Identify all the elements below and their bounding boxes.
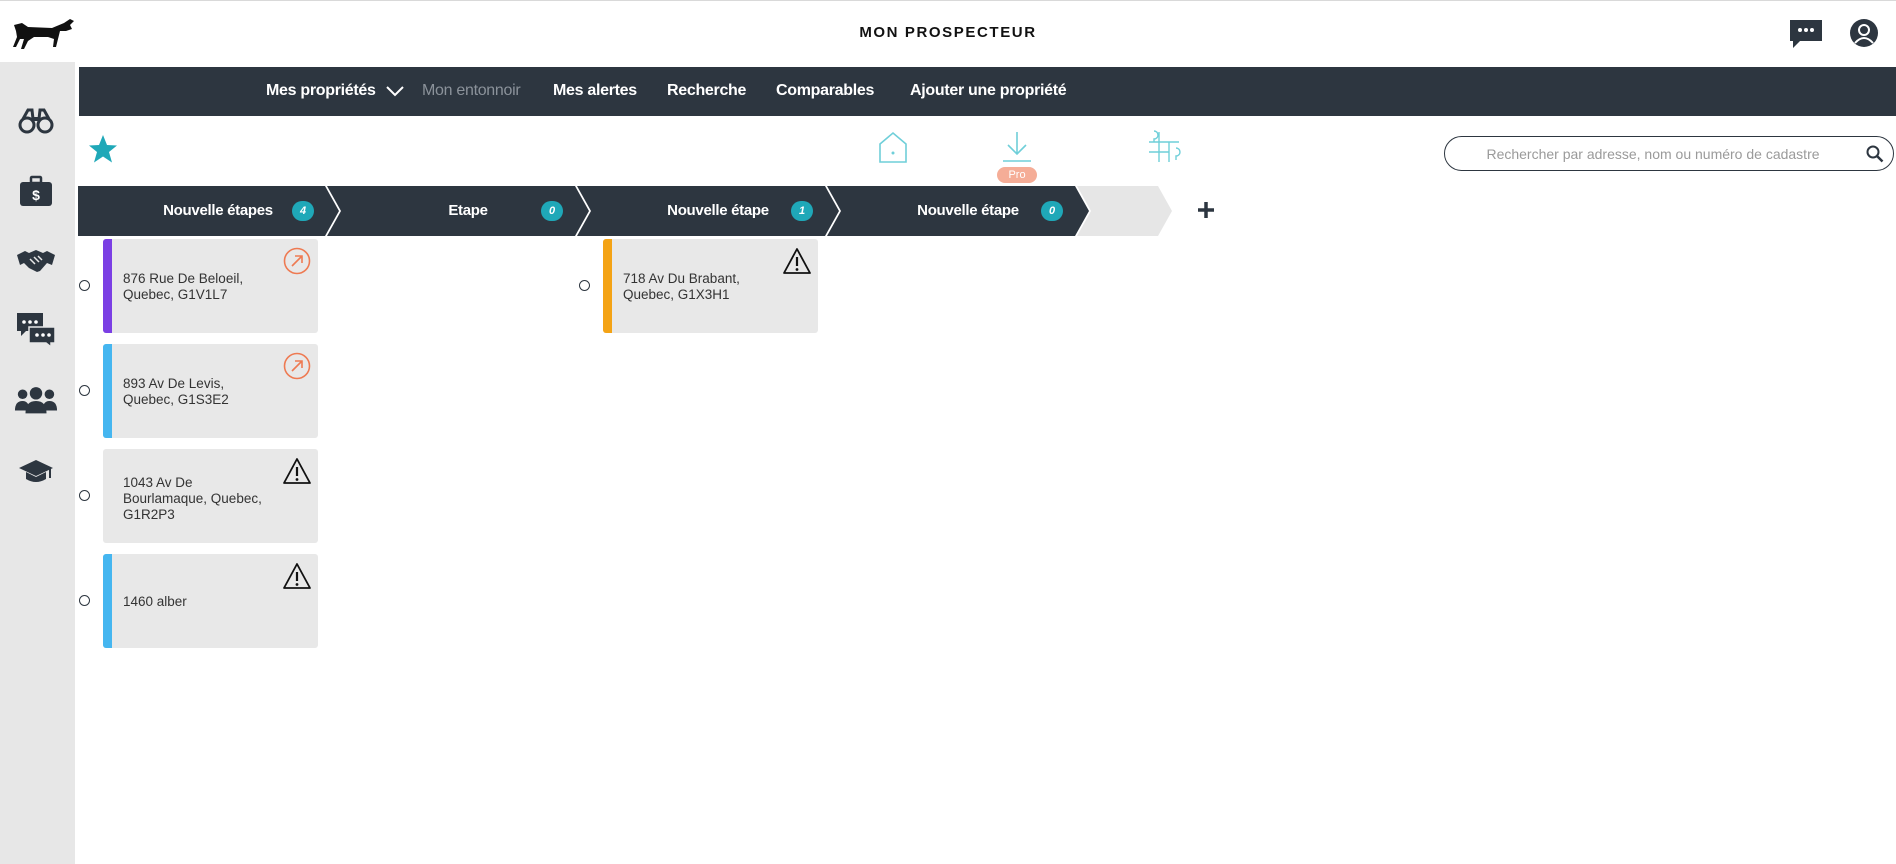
arrow-up-right-circle-icon[interactable] bbox=[282, 352, 312, 380]
add-stage-arrow[interactable] bbox=[1077, 186, 1172, 236]
binoculars-icon bbox=[18, 108, 54, 134]
card-select-radio[interactable] bbox=[579, 280, 590, 291]
sidebar-item-team[interactable] bbox=[14, 380, 58, 420]
pipeline-stages: Nouvelle étapes 4 Etape 0 Nouvelle étape… bbox=[78, 186, 1214, 236]
sidebar: $ bbox=[0, 62, 75, 864]
sidebar-item-prospecting[interactable] bbox=[14, 101, 58, 141]
stage-count-badge: 4 bbox=[292, 201, 314, 221]
property-card[interactable]: 876 Rue De Beloeil, Quebec, G1V1L7 bbox=[103, 239, 318, 333]
svg-text:$: $ bbox=[32, 187, 40, 203]
card-color-strip bbox=[103, 554, 112, 648]
handshake-icon bbox=[17, 250, 55, 272]
map-route-icon[interactable] bbox=[1147, 130, 1181, 164]
graduation-cap-icon bbox=[19, 460, 53, 482]
property-card[interactable]: 1460 alber bbox=[103, 554, 318, 648]
briefcase-dollar-icon: $ bbox=[20, 175, 52, 206]
nav-mes-proprietes-label: Mes propriétés bbox=[266, 82, 376, 99]
stage-count-badge: 0 bbox=[541, 201, 563, 221]
card-color-strip bbox=[603, 239, 612, 333]
chat-bubbles-icon bbox=[17, 313, 56, 348]
chevron-down-icon bbox=[386, 86, 404, 97]
property-card[interactable]: 893 Av De Levis, Quebec, G1S3E2 bbox=[103, 344, 318, 438]
card-address: 876 Rue De Beloeil, Quebec, G1V1L7 bbox=[123, 271, 244, 302]
stage-label[interactable]: Nouvelle étape bbox=[648, 202, 788, 219]
users-icon bbox=[14, 387, 58, 414]
stage-label[interactable]: Nouvelle étapes bbox=[148, 202, 288, 219]
star-icon[interactable] bbox=[88, 134, 118, 164]
app-title: MON PROSPECTEUR bbox=[859, 24, 1037, 41]
sidebar-item-training[interactable] bbox=[14, 451, 58, 491]
card-address: 1460 alber bbox=[123, 594, 187, 609]
pro-badge: Pro bbox=[997, 167, 1037, 183]
nav-mes-alertes[interactable]: Mes alertes bbox=[553, 82, 637, 100]
stage-label[interactable]: Nouvelle étape bbox=[898, 202, 1038, 219]
card-select-radio[interactable] bbox=[79, 385, 90, 396]
nav-recherche[interactable]: Recherche bbox=[667, 82, 746, 100]
stage-count-badge: 0 bbox=[1041, 201, 1063, 221]
stage-count-badge: 1 bbox=[791, 201, 813, 221]
stage-label[interactable]: Etape bbox=[398, 202, 538, 219]
download-icon[interactable] bbox=[1000, 130, 1034, 164]
search-icon[interactable] bbox=[1866, 145, 1884, 163]
warning-triangle-icon[interactable] bbox=[282, 457, 312, 485]
sidebar-item-finance[interactable]: $ bbox=[14, 171, 58, 211]
arrow-up-right-circle-icon[interactable] bbox=[282, 247, 312, 275]
top-bar: MON PROSPECTEUR bbox=[0, 0, 1896, 62]
sidebar-item-deals[interactable] bbox=[14, 241, 58, 281]
warning-triangle-icon[interactable] bbox=[282, 562, 312, 590]
chat-bubble-icon[interactable] bbox=[1788, 18, 1824, 50]
property-card[interactable]: 718 Av Du Brabant, Quebec, G1X3H1 bbox=[603, 239, 818, 333]
card-color-strip bbox=[103, 239, 112, 333]
nav-mes-proprietes[interactable]: Mes propriétés bbox=[266, 82, 404, 100]
card-select-radio[interactable] bbox=[79, 490, 90, 501]
card-select-radio[interactable] bbox=[79, 595, 90, 606]
nav-ajouter-propriete[interactable]: Ajouter une propriété bbox=[910, 82, 1067, 100]
main-nav: Mes propriétés Mon entonnoir Mes alertes… bbox=[79, 67, 1896, 116]
nav-comparables[interactable]: Comparables bbox=[776, 82, 874, 100]
house-tag-icon[interactable] bbox=[878, 131, 908, 163]
card-address: 1043 Av De Bourlamaque, Quebec, G1R2P3 bbox=[123, 475, 262, 522]
card-select-radio[interactable] bbox=[79, 280, 90, 291]
search-input[interactable] bbox=[1463, 143, 1843, 165]
property-card[interactable]: 1043 Av De Bourlamaque, Quebec, G1R2P3 bbox=[103, 449, 318, 543]
card-address: 718 Av Du Brabant, Quebec, G1X3H1 bbox=[623, 271, 740, 302]
card-address: 893 Av De Levis, Quebec, G1S3E2 bbox=[123, 376, 229, 407]
warning-triangle-icon[interactable] bbox=[782, 247, 812, 275]
card-color-strip bbox=[103, 344, 112, 438]
sidebar-item-messages[interactable] bbox=[14, 310, 58, 350]
search-bar bbox=[1444, 136, 1894, 171]
plus-icon[interactable] bbox=[1193, 197, 1219, 223]
nav-mon-entonnoir[interactable]: Mon entonnoir bbox=[422, 82, 521, 100]
user-icon[interactable] bbox=[1849, 18, 1879, 48]
